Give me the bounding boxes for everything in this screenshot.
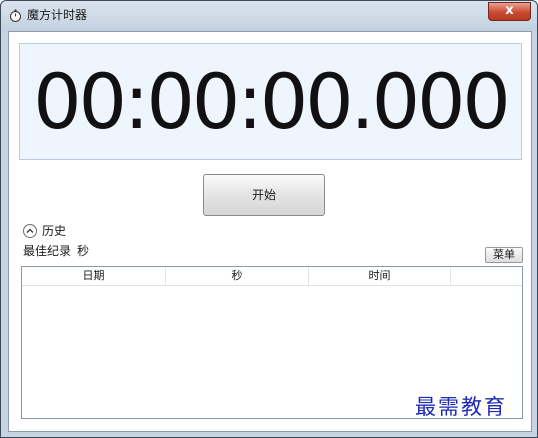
- timer-display: 00:00:00.000: [33, 57, 511, 146]
- table-header: 日期 秒 时间: [22, 267, 522, 286]
- window-title: 魔方计时器: [27, 8, 88, 22]
- menu-button[interactable]: 菜单: [485, 247, 523, 263]
- timer-panel: 00:00:00.000: [19, 43, 522, 160]
- column-header-extra: [451, 267, 522, 285]
- client-area: 00:00:00.000 开始 历史 最佳纪录秒 菜单 日期 秒 时间: [8, 31, 532, 432]
- best-record-label: 最佳纪录: [23, 244, 72, 258]
- best-record: 最佳纪录秒: [23, 244, 89, 259]
- column-header-date[interactable]: 日期: [22, 267, 166, 285]
- title-bar[interactable]: 魔方计时器 x: [1, 1, 537, 31]
- best-record-value: 秒: [77, 244, 90, 258]
- close-button[interactable]: x: [488, 2, 531, 21]
- start-button[interactable]: 开始: [203, 174, 325, 216]
- watermark-text: 最需教育: [415, 395, 507, 419]
- column-header-seconds[interactable]: 秒: [166, 267, 309, 285]
- column-header-time[interactable]: 时间: [309, 267, 451, 285]
- app-window: 魔方计时器 x 00:00:00.000 开始 历史 最佳纪录秒 菜单 日期 秒…: [0, 0, 538, 438]
- chevron-up-icon[interactable]: [23, 224, 37, 238]
- stopwatch-icon: [10, 9, 21, 22]
- history-label: 历史: [42, 224, 67, 238]
